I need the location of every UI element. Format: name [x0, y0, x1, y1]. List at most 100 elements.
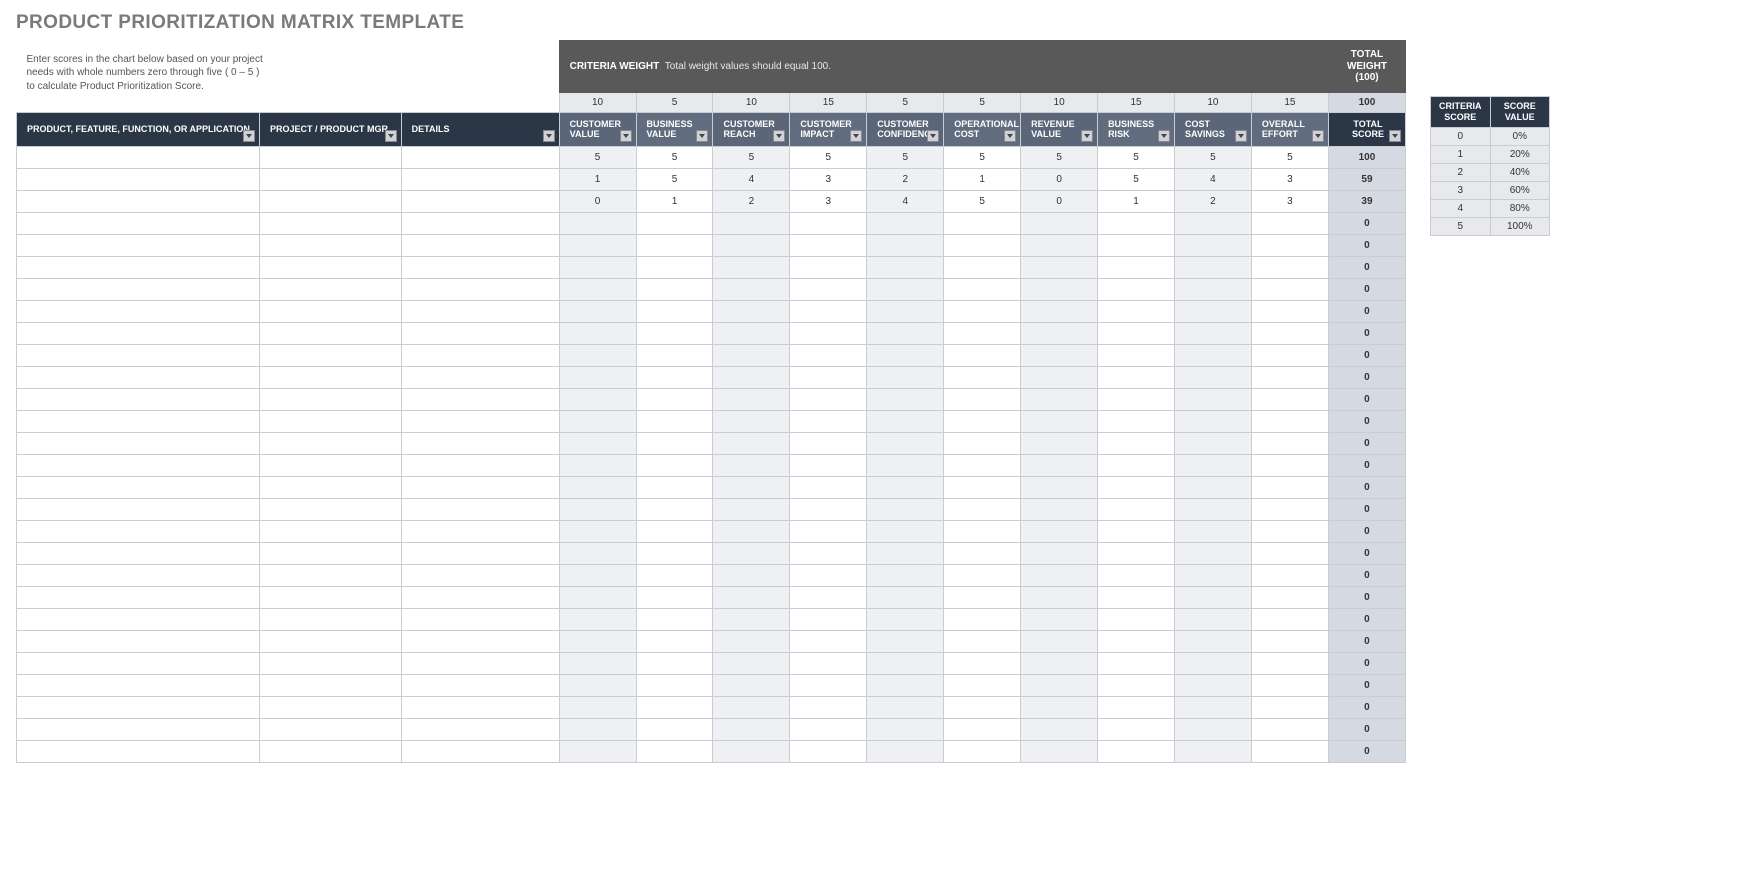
score-cell[interactable] — [559, 323, 636, 345]
score-cell[interactable] — [559, 499, 636, 521]
manager-cell[interactable] — [259, 631, 401, 653]
product-cell[interactable] — [17, 631, 260, 653]
manager-cell[interactable] — [259, 411, 401, 433]
score-cell[interactable]: 5 — [636, 147, 713, 169]
score-cell[interactable] — [636, 587, 713, 609]
details-cell[interactable] — [401, 279, 559, 301]
score-cell[interactable] — [867, 675, 944, 697]
score-cell[interactable] — [790, 455, 867, 477]
weight-cell[interactable]: 5 — [636, 92, 713, 112]
filter-dropdown-icon[interactable] — [696, 130, 708, 142]
col-header-details[interactable]: DETAILS — [401, 112, 559, 147]
score-cell[interactable] — [790, 499, 867, 521]
score-cell[interactable] — [790, 741, 867, 763]
score-cell[interactable] — [713, 367, 790, 389]
details-cell[interactable] — [401, 631, 559, 653]
score-cell[interactable] — [1098, 565, 1175, 587]
score-cell[interactable] — [636, 477, 713, 499]
score-cell[interactable] — [1021, 697, 1098, 719]
col-header-criteria[interactable]: BUSINESS VALUE — [636, 112, 713, 147]
score-cell[interactable] — [790, 389, 867, 411]
manager-cell[interactable] — [259, 565, 401, 587]
score-cell[interactable] — [713, 521, 790, 543]
manager-cell[interactable] — [259, 587, 401, 609]
details-cell[interactable] — [401, 455, 559, 477]
product-cell[interactable] — [17, 323, 260, 345]
score-cell[interactable] — [1098, 279, 1175, 301]
score-cell[interactable] — [790, 367, 867, 389]
score-cell[interactable] — [559, 433, 636, 455]
score-cell[interactable]: 5 — [1098, 169, 1175, 191]
score-cell[interactable] — [1098, 543, 1175, 565]
score-cell[interactable] — [559, 213, 636, 235]
score-cell[interactable] — [790, 543, 867, 565]
score-cell[interactable] — [1098, 301, 1175, 323]
details-cell[interactable] — [401, 345, 559, 367]
score-cell[interactable] — [713, 345, 790, 367]
score-cell[interactable] — [867, 697, 944, 719]
filter-dropdown-icon[interactable] — [1004, 130, 1016, 142]
score-cell[interactable] — [636, 543, 713, 565]
product-cell[interactable] — [17, 587, 260, 609]
product-cell[interactable] — [17, 455, 260, 477]
score-cell[interactable] — [636, 565, 713, 587]
score-cell[interactable] — [559, 675, 636, 697]
score-cell[interactable]: 5 — [559, 147, 636, 169]
score-cell[interactable] — [1174, 323, 1251, 345]
score-cell[interactable] — [559, 719, 636, 741]
col-header-criteria[interactable]: BUSINESS RISK — [1098, 112, 1175, 147]
manager-cell[interactable] — [259, 345, 401, 367]
score-cell[interactable] — [1251, 213, 1328, 235]
filter-dropdown-icon[interactable] — [543, 130, 555, 142]
score-cell[interactable] — [1251, 587, 1328, 609]
details-cell[interactable] — [401, 301, 559, 323]
score-cell[interactable] — [790, 257, 867, 279]
score-cell[interactable] — [1251, 257, 1328, 279]
score-cell[interactable] — [944, 257, 1021, 279]
score-cell[interactable] — [1174, 675, 1251, 697]
details-cell[interactable] — [401, 587, 559, 609]
manager-cell[interactable] — [259, 235, 401, 257]
product-cell[interactable] — [17, 521, 260, 543]
details-cell[interactable] — [401, 499, 559, 521]
score-cell[interactable] — [1021, 279, 1098, 301]
score-cell[interactable]: 1 — [636, 191, 713, 213]
score-cell[interactable] — [944, 565, 1021, 587]
score-cell[interactable] — [1098, 235, 1175, 257]
filter-dropdown-icon[interactable] — [773, 130, 785, 142]
score-cell[interactable] — [1251, 235, 1328, 257]
col-header-criteria[interactable]: CUSTOMER IMPACT — [790, 112, 867, 147]
score-cell[interactable] — [1174, 213, 1251, 235]
filter-dropdown-icon[interactable] — [1158, 130, 1170, 142]
score-cell[interactable]: 4 — [867, 191, 944, 213]
score-cell[interactable] — [713, 257, 790, 279]
manager-cell[interactable] — [259, 609, 401, 631]
score-cell[interactable] — [790, 565, 867, 587]
score-cell[interactable] — [1021, 455, 1098, 477]
score-cell[interactable] — [1021, 631, 1098, 653]
score-cell[interactable]: 3 — [790, 169, 867, 191]
score-cell[interactable] — [559, 543, 636, 565]
score-cell[interactable]: 0 — [1021, 191, 1098, 213]
filter-dropdown-icon[interactable] — [1235, 130, 1247, 142]
manager-cell[interactable] — [259, 279, 401, 301]
score-cell[interactable] — [867, 719, 944, 741]
weight-cell[interactable]: 5 — [944, 92, 1021, 112]
score-cell[interactable]: 1 — [1098, 191, 1175, 213]
score-cell[interactable] — [944, 631, 1021, 653]
score-cell[interactable] — [1021, 323, 1098, 345]
score-cell[interactable] — [636, 653, 713, 675]
score-cell[interactable] — [636, 433, 713, 455]
details-cell[interactable] — [401, 257, 559, 279]
score-cell[interactable] — [790, 411, 867, 433]
score-cell[interactable] — [944, 389, 1021, 411]
score-cell[interactable] — [1021, 345, 1098, 367]
score-cell[interactable] — [1251, 389, 1328, 411]
manager-cell[interactable] — [259, 301, 401, 323]
score-cell[interactable] — [1251, 565, 1328, 587]
manager-cell[interactable] — [259, 741, 401, 763]
col-header-criteria[interactable]: OPERATIONAL COST — [944, 112, 1021, 147]
score-cell[interactable] — [1021, 499, 1098, 521]
score-cell[interactable] — [944, 521, 1021, 543]
score-cell[interactable] — [713, 631, 790, 653]
